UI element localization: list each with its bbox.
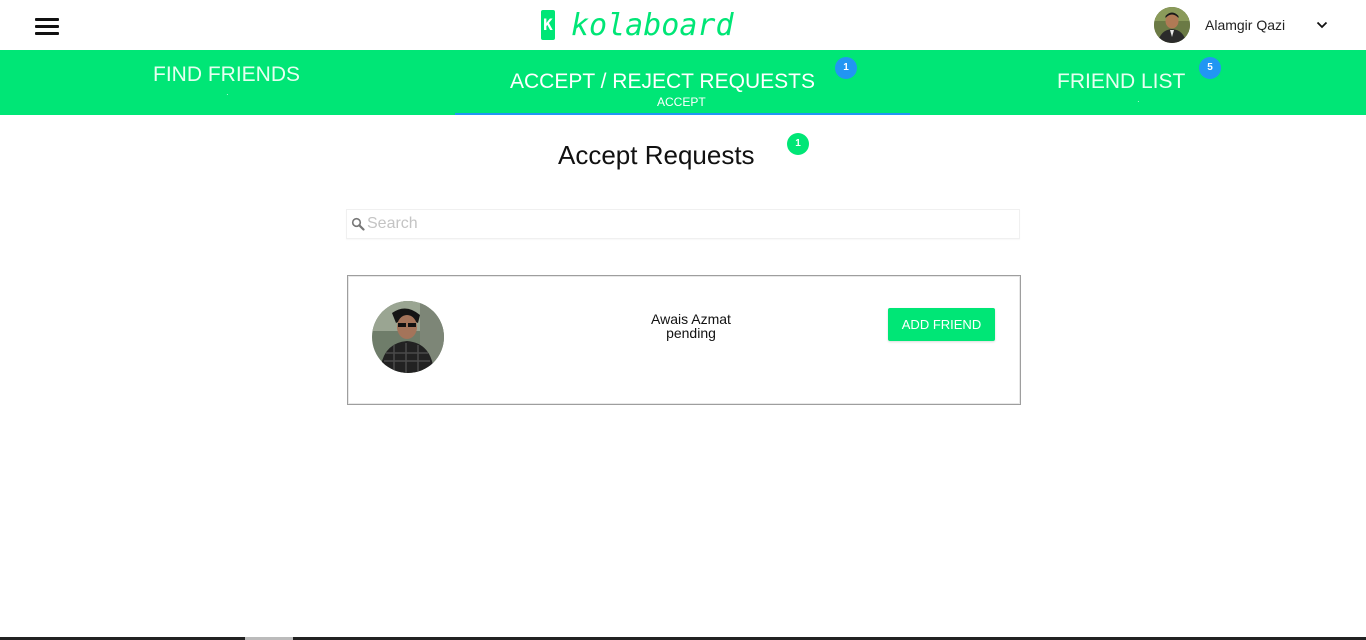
tab-badge: 1 (835, 57, 857, 79)
chevron-down-icon[interactable] (1315, 18, 1329, 32)
tab-indicator-dot: · (1137, 97, 1140, 106)
request-card: Awais Azmat pending ADD FRIEND (347, 275, 1021, 405)
page-title: Accept Requests (558, 140, 755, 170)
requester-avatar[interactable] (372, 301, 444, 373)
tab-label: FIND FRIENDS (153, 63, 300, 86)
tab-label: FRIEND LIST (1057, 70, 1186, 93)
requester-name: Awais Azmat (651, 311, 731, 327)
search-input[interactable] (367, 210, 1007, 238)
tab-friend-list[interactable]: FRIEND LIST 5 · (910, 50, 1365, 115)
tab-bar: FIND FRIENDS · ACCEPT / REJECT REQUESTS … (0, 50, 1366, 115)
logo-mark-icon: K (541, 10, 555, 40)
user-name[interactable]: Alamgir Qazi (1205, 17, 1285, 33)
logo-mark-letter: K (543, 15, 553, 34)
user-menu[interactable]: Alamgir Qazi (1154, 7, 1285, 43)
active-tab-indicator (455, 113, 910, 115)
add-friend-button[interactable]: ADD FRIEND (888, 308, 995, 341)
requester-avatar-image (372, 301, 444, 373)
search-bar (346, 209, 1020, 239)
requests-count-badge: 1 (787, 133, 809, 155)
tab-indicator-dot: · (226, 90, 229, 99)
logo-text: kolaboard (571, 7, 734, 43)
menu-line (35, 18, 59, 21)
app-logo[interactable]: K kolaboard (541, 7, 734, 43)
tab-sublabel: ACCEPT (657, 95, 706, 109)
search-icon (351, 217, 365, 231)
user-avatar-image (1154, 7, 1190, 43)
menu-line (35, 32, 59, 35)
menu-line (35, 25, 59, 28)
tab-accept-reject-requests[interactable]: ACCEPT / REJECT REQUESTS 1 ACCEPT (455, 50, 910, 115)
hamburger-menu-icon[interactable] (35, 18, 59, 36)
tab-badge: 5 (1199, 57, 1221, 79)
request-status: pending (666, 325, 716, 341)
top-header: K kolaboard Alamgir Qazi (0, 0, 1366, 50)
user-avatar[interactable] (1154, 7, 1190, 43)
tab-label: ACCEPT / REJECT REQUESTS (510, 70, 815, 93)
tab-find-friends[interactable]: FIND FRIENDS · (0, 50, 455, 115)
